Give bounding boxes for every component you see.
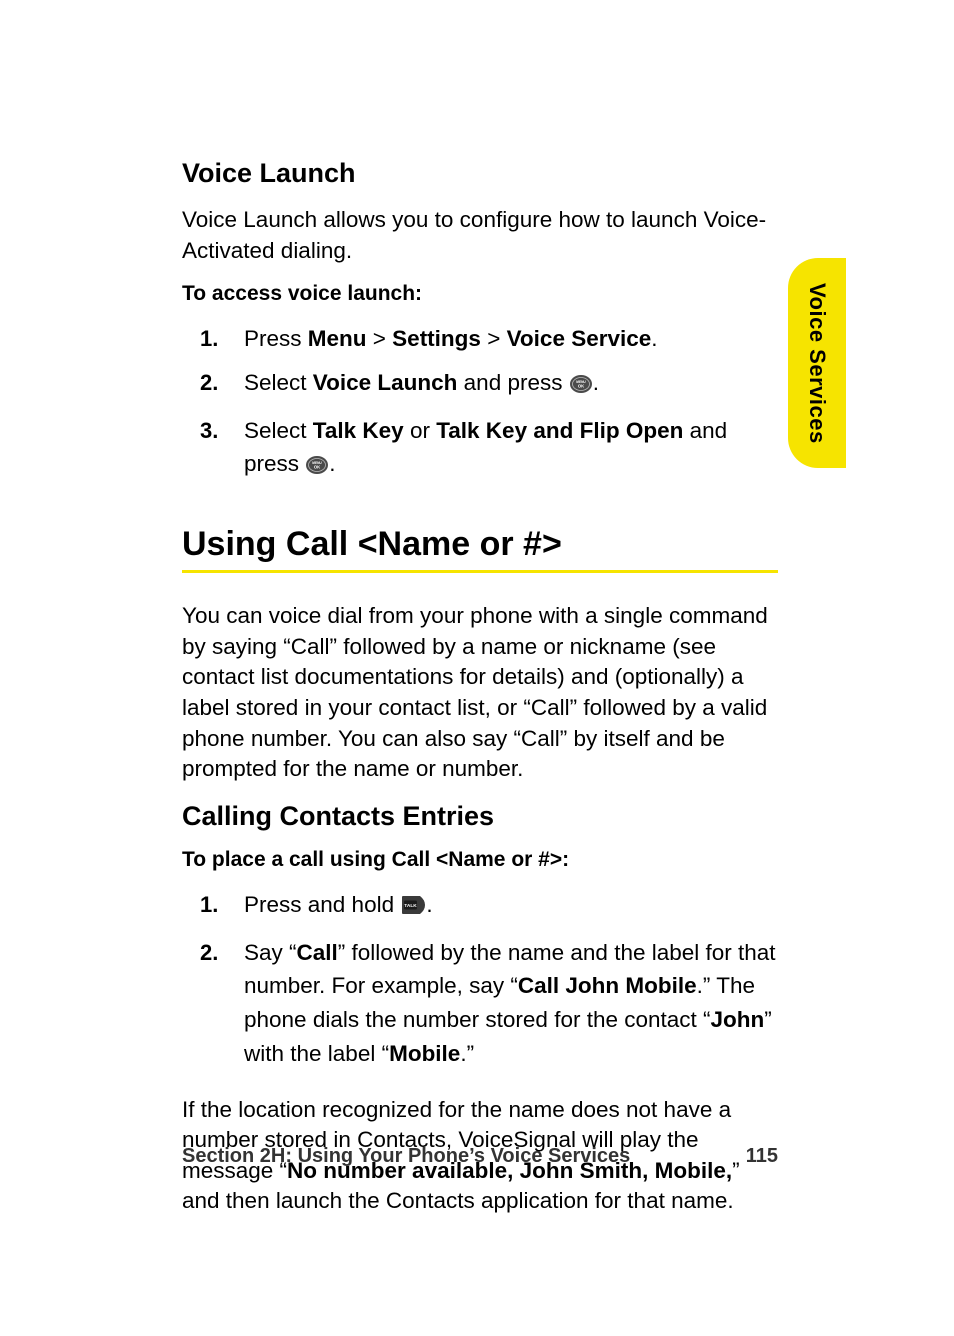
text: or <box>404 418 437 443</box>
bold-menu: Menu <box>308 326 367 351</box>
heading-rule <box>182 570 778 573</box>
text: > <box>481 326 507 351</box>
step-2: 2. Select Voice Launch and press MENUOK. <box>244 366 778 404</box>
voice-launch-steps: 1. Press Menu > Settings > Voice Service… <box>182 322 778 485</box>
heading-using-call: Using Call <Name or #> <box>182 525 778 564</box>
step-number: 2. <box>200 366 218 399</box>
text: Select <box>244 370 313 395</box>
calling-steps: 1. Press and hold TALK. 2. Say “Call” fo… <box>182 888 778 1071</box>
text: . <box>426 892 432 917</box>
step-1: 1. Press and hold TALK. <box>244 888 778 926</box>
bold-voice-launch: Voice Launch <box>313 370 458 395</box>
heading-calling-contacts: Calling Contacts Entries <box>182 801 778 832</box>
step-2: 2. Say “Call” followed by the name and t… <box>244 936 778 1071</box>
bold-mobile: Mobile <box>389 1041 460 1066</box>
text: . <box>329 451 335 476</box>
side-tab: Voice Services <box>788 258 846 468</box>
lead-place-call: To place a call using Call <Name or #>: <box>182 848 778 872</box>
step-number: 3. <box>200 414 218 447</box>
ok-key-icon: MENUOK <box>305 451 329 485</box>
text: Select <box>244 418 313 443</box>
talk-key-icon: TALK <box>400 892 426 926</box>
ok-key-icon: MENUOK <box>569 370 593 404</box>
footer-page-number: 115 <box>746 1145 778 1168</box>
step-number: 2. <box>200 936 218 969</box>
bold-call-john-mobile: Call John Mobile <box>518 973 697 998</box>
text: .” <box>460 1041 474 1066</box>
text: . <box>593 370 599 395</box>
bold-settings: Settings <box>392 326 481 351</box>
bold-voice-service: Voice Service <box>507 326 652 351</box>
text: > <box>367 326 393 351</box>
page-container: Voice Services Voice Launch Voice Launch… <box>0 0 954 1336</box>
bold-talk-key: Talk Key <box>313 418 404 443</box>
bold-talk-key-flip: Talk Key and Flip Open <box>436 418 683 443</box>
text: Press <box>244 326 308 351</box>
text: Say “ <box>244 940 297 965</box>
main-intro: You can voice dial from your phone with … <box>182 601 778 785</box>
side-tab-label: Voice Services <box>804 283 830 444</box>
page-footer: Section 2H: Using Your Phone’s Voice Ser… <box>182 1145 778 1168</box>
footer-section: Section 2H: Using Your Phone’s Voice Ser… <box>182 1145 630 1168</box>
bold-john: John <box>711 1007 765 1032</box>
lead-access-voice-launch: To access voice launch: <box>182 282 778 306</box>
text: . <box>651 326 657 351</box>
step-3: 3. Select Talk Key or Talk Key and Flip … <box>244 414 778 486</box>
text: Press and hold <box>244 892 400 917</box>
text: and press <box>457 370 568 395</box>
bold-call: Call <box>297 940 338 965</box>
step-number: 1. <box>200 888 218 921</box>
svg-text:OK: OK <box>314 465 320 470</box>
svg-text:TALK: TALK <box>405 903 418 909</box>
main-heading-block: Using Call <Name or #> <box>182 525 778 573</box>
svg-text:OK: OK <box>578 383 584 388</box>
step-1: 1. Press Menu > Settings > Voice Service… <box>244 322 778 356</box>
heading-voice-launch: Voice Launch <box>182 158 778 189</box>
voice-launch-intro: Voice Launch allows you to configure how… <box>182 205 778 266</box>
step-number: 1. <box>200 322 218 355</box>
